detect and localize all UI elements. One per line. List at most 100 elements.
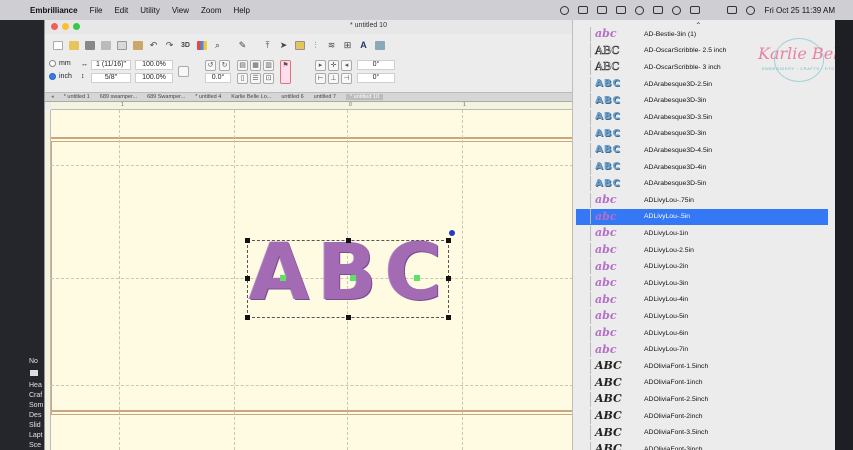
paste-icon[interactable] [131,39,144,52]
folder-icon[interactable] [30,370,38,376]
font-list-item[interactable]: abc ADLivyLou-5in [576,308,828,325]
sidebar-label[interactable]: No [29,358,38,365]
font-list-item[interactable]: ABC ADOliviaFont-1.5inch [576,358,828,375]
menu-edit[interactable]: Edit [114,6,128,15]
unit-mm-radio[interactable] [49,60,56,67]
sidebar-label[interactable]: Som [29,402,43,409]
zoom-icon[interactable]: ⌕ [211,39,224,52]
timer-icon[interactable] [672,5,682,15]
open-icon[interactable] [67,39,80,52]
display-icon[interactable] [653,6,664,14]
font-list-item[interactable]: abc ADLivyLou-2.5in [576,242,828,259]
3d-view-icon[interactable]: 3D [179,39,192,52]
letters-icon[interactable] [373,39,386,52]
menu-utility[interactable]: Utility [140,6,160,15]
app-menu[interactable]: Embrilliance [30,6,78,15]
width-field[interactable]: 1 (11/16)" [91,60,131,70]
group-button[interactable]: ⊡ [263,73,274,84]
tab-689-swamper[interactable]: 689 swamper... [100,94,137,100]
font-list-item[interactable]: abc ADLivyLou-6in [576,325,828,342]
tab-689-swamper-2[interactable]: 689 Swamper... [147,94,185,100]
color-sort-button[interactable]: ⚑ [280,60,291,84]
sidebar-label[interactable]: Sce [29,442,41,449]
resize-handle[interactable] [446,238,451,243]
redo-icon[interactable]: ↷ [163,39,176,52]
lock-aspect-button[interactable] [178,66,189,77]
resize-handle[interactable] [245,276,250,281]
font-list-item[interactable]: ABC ADArabesque3D-3in [576,126,828,143]
tab-untitled-1[interactable]: * untitled 1 [64,94,90,100]
letter-anchor[interactable] [280,275,286,281]
battery-icon[interactable] [690,6,701,14]
font-list-item[interactable]: abc ADLivyLou-2in [576,258,828,275]
skew-right-button[interactable]: ⊣ [341,73,352,84]
hand-tool-icon[interactable]: ✎ [236,39,249,52]
tab-untitled-10[interactable]: * untitled 10 [346,94,384,100]
play-icon[interactable] [635,5,645,15]
resize-handle[interactable] [346,238,351,243]
unit-inch[interactable]: inch [49,73,72,80]
resize-handle[interactable] [346,315,351,320]
menu-file[interactable]: File [90,6,103,15]
select-arrow-icon[interactable]: ➤ [277,39,290,52]
unit-inch-radio[interactable] [49,73,56,80]
skew-center-button[interactable]: ⊥ [328,73,339,84]
scale-height-field[interactable]: 100.0% [135,73,173,83]
text-tool-icon[interactable]: A [357,39,370,52]
font-list-item[interactable]: abc ADLivyLou-4in [576,292,828,309]
stitch-icon[interactable]: ⫶ [309,39,322,52]
align-center-button[interactable]: ▦ [250,60,261,71]
font-list-item[interactable]: ABC ADOliviaFont-2.5inch [576,391,828,408]
copy-icon[interactable] [115,39,128,52]
font-list-item[interactable]: abc ADLivyLou-1in [576,225,828,242]
applique-icon[interactable]: ⊞ [341,39,354,52]
sidebar-label[interactable]: Lapt [29,432,43,439]
rotate-handle[interactable] [449,230,455,236]
skew-field-a[interactable]: 0° [357,60,395,70]
save-icon[interactable] [83,39,96,52]
letter-anchor[interactable] [350,275,356,281]
tab-untitled-6[interactable]: untitled 6 [281,94,303,100]
resize-handle[interactable] [446,276,451,281]
creative-cloud-icon[interactable] [560,5,570,15]
font-list-item[interactable]: ABC ADArabesque3D-3in [576,92,828,109]
color-bars-icon[interactable] [195,39,208,52]
nudge-left-button[interactable]: ▸ [315,60,326,71]
print-icon[interactable] [99,39,112,52]
skew-left-button[interactable]: ⊢ [315,73,326,84]
font-list-item[interactable]: ABC ADOliviaFont-3inch [576,441,828,450]
letter-anchor[interactable] [414,275,420,281]
menu-help[interactable]: Help [233,6,249,15]
screen-icon[interactable] [597,6,608,14]
resize-handle[interactable] [245,238,250,243]
font-list-item[interactable]: ABC ADArabesque3D-4.5in [576,142,828,159]
distribute-h-button[interactable]: ▯ [237,73,248,84]
font-list-item[interactable]: abc ADLivyLou-7in [576,341,828,358]
distribute-v-button[interactable]: ☰ [250,73,261,84]
nudge-center-button[interactable]: ✛ [328,60,339,71]
design-canvas[interactable]: ABC [51,110,573,450]
skew-field-b[interactable]: 0° [357,73,395,83]
add-shape-icon[interactable] [293,39,306,52]
new-icon[interactable] [51,39,64,52]
tab-untitled-7[interactable]: untitled 7 [314,94,336,100]
tab-karlie-belle[interactable]: Karlie Belle Lo... [231,94,271,100]
sidebar-label[interactable]: Craf [29,392,42,399]
keyboard-icon[interactable] [616,6,627,14]
control-center-icon[interactable] [727,6,738,14]
sidebar-label[interactable]: Des [29,412,41,419]
font-list-item[interactable]: abc ADLivyLou-.75in [576,192,828,209]
rotate-right-button[interactable]: ↻ [219,60,230,71]
tab-untitled-4[interactable]: * untitled 4 [195,94,221,100]
siri-icon[interactable] [746,5,756,15]
undo-icon[interactable]: ↶ [147,39,160,52]
align-right-button[interactable]: ▥ [263,60,274,71]
tab-scroll-left[interactable]: ◂ [51,94,54,100]
align-left-button[interactable]: ▤ [237,60,248,71]
height-field[interactable]: 5/8" [91,73,131,83]
menu-zoom[interactable]: Zoom [201,6,221,15]
font-list-item[interactable]: abc ADLivyLou-.5in [576,208,828,226]
font-list-item[interactable]: ABC ADArabesque3D-4in [576,159,828,176]
merge-icon[interactable]: ≋ [325,39,338,52]
angle-field[interactable]: 0.0° [205,73,231,83]
